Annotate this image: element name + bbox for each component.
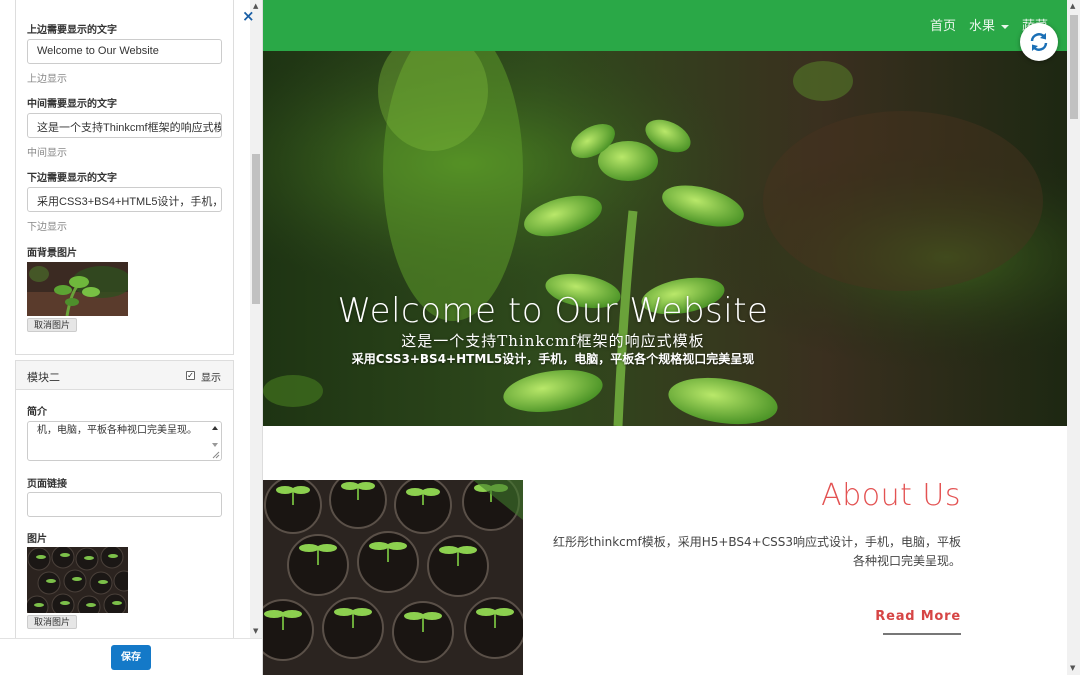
about-image (263, 480, 523, 675)
intro-textarea[interactable]: 机，电脑，平板各种视口完美呈现。 (27, 421, 222, 461)
site-scrollbar-thumb[interactable] (1070, 15, 1078, 119)
bottom-text-help: 下边显示 (27, 222, 67, 233)
cancel-image-button[interactable]: 取消图片 (27, 615, 78, 629)
hero-subtitle: 这是一个支持Thinkcmf框架的响应式模板 (401, 332, 705, 350)
middle-text-help: 中间显示 (27, 148, 67, 159)
image-label: 图片 (27, 534, 47, 545)
website-preview: 首页 水果 蔬菜 (263, 0, 1067, 675)
read-more-link[interactable]: Read More (823, 609, 961, 624)
nav-fruit-dropdown[interactable]: 水果 (969, 15, 1010, 34)
read-more-underline (883, 633, 961, 635)
middle-text-label: 中间需要显示的文字 (27, 99, 117, 110)
module-two-title: 模块二 (27, 371, 60, 384)
bottom-text-input[interactable]: 采用CSS3+BS4+HTML5设计，手机， (27, 187, 222, 212)
site-scroll-down-icon[interactable]: ▼ (1070, 664, 1075, 672)
hero-description: 采用CSS3+BS4+HTML5设计，手机，电脑，平板各个规格视口完美呈现 (351, 352, 755, 366)
top-text-input[interactable]: Welcome to Our Website (27, 39, 222, 64)
about-text: 红彤彤thinkcmf模板，采用H5+BS4+CSS3响应式设计，手机，电脑，平… (552, 535, 961, 568)
middle-text-input[interactable]: 这是一个支持Thinkcmf框架的响应式模 (27, 113, 222, 138)
background-image-thumbnail[interactable] (27, 262, 128, 316)
close-icon[interactable]: × (242, 9, 255, 24)
show-checkbox[interactable]: ✓ (186, 371, 195, 380)
refresh-icon (1030, 33, 1048, 51)
background-image-label: 面背景图片 (27, 248, 77, 259)
page-link-label: 页面链接 (27, 479, 67, 490)
page-link-input[interactable] (27, 492, 222, 517)
panel-footer: 保存 (0, 638, 262, 675)
hero-banner: Welcome to Our Website 这是一个支持Thinkcmf框架的… (263, 51, 1067, 426)
site-navbar: 首页 水果 蔬菜 (263, 0, 1067, 51)
top-text-label: 上边需要显示的文字 (27, 25, 117, 36)
panel-scroll-area[interactable]: 上边需要显示的文字 Welcome to Our Website 上边显示 中间… (0, 0, 250, 638)
save-button[interactable]: 保存 (111, 645, 151, 670)
theme-settings-panel: 上边需要显示的文字 Welcome to Our Website 上边显示 中间… (0, 0, 263, 675)
top-text-help: 上边显示 (27, 74, 67, 85)
site-scrollbar[interactable]: ▲ ▼ (1067, 0, 1080, 675)
refresh-button[interactable] (1020, 23, 1058, 61)
scroll-down-arrow-icon[interactable]: ▼ (253, 627, 258, 635)
caret-down-icon (1001, 24, 1010, 29)
module-two-header[interactable]: 模块二 ✓ 显示 (16, 361, 233, 390)
show-checkbox-label: 显示 (201, 373, 221, 384)
screen: 上边需要显示的文字 Welcome to Our Website 上边显示 中间… (0, 0, 1080, 675)
intro-text: 机，电脑，平板各种视口完美呈现。 (37, 425, 197, 436)
panel-scrollbar-thumb[interactable] (252, 154, 260, 304)
hero-background-image (263, 51, 1067, 426)
textarea-scrollbar[interactable] (210, 423, 220, 459)
module-two-image-thumbnail[interactable] (27, 547, 128, 613)
bottom-text-label: 下边需要显示的文字 (27, 173, 117, 184)
intro-label: 简介 (27, 407, 47, 418)
module-banner-settings: 上边需要显示的文字 Welcome to Our Website 上边显示 中间… (15, 0, 234, 355)
cancel-background-image-button[interactable]: 取消图片 (27, 318, 78, 332)
panel-scrollbar[interactable]: ▲ ▼ (250, 0, 262, 638)
module-two-settings: 模块二 ✓ 显示 简介 机，电脑，平板各种视口完美呈现。 页面链接 图片 取消图… (15, 360, 234, 638)
hero-title: Welcome to Our Website (337, 291, 769, 331)
nav-home-link[interactable]: 首页 (930, 15, 956, 34)
site-scroll-up-icon[interactable]: ▲ (1070, 2, 1075, 10)
about-title: About Us (821, 478, 961, 513)
nav-fruit-label: 水果 (969, 19, 996, 34)
